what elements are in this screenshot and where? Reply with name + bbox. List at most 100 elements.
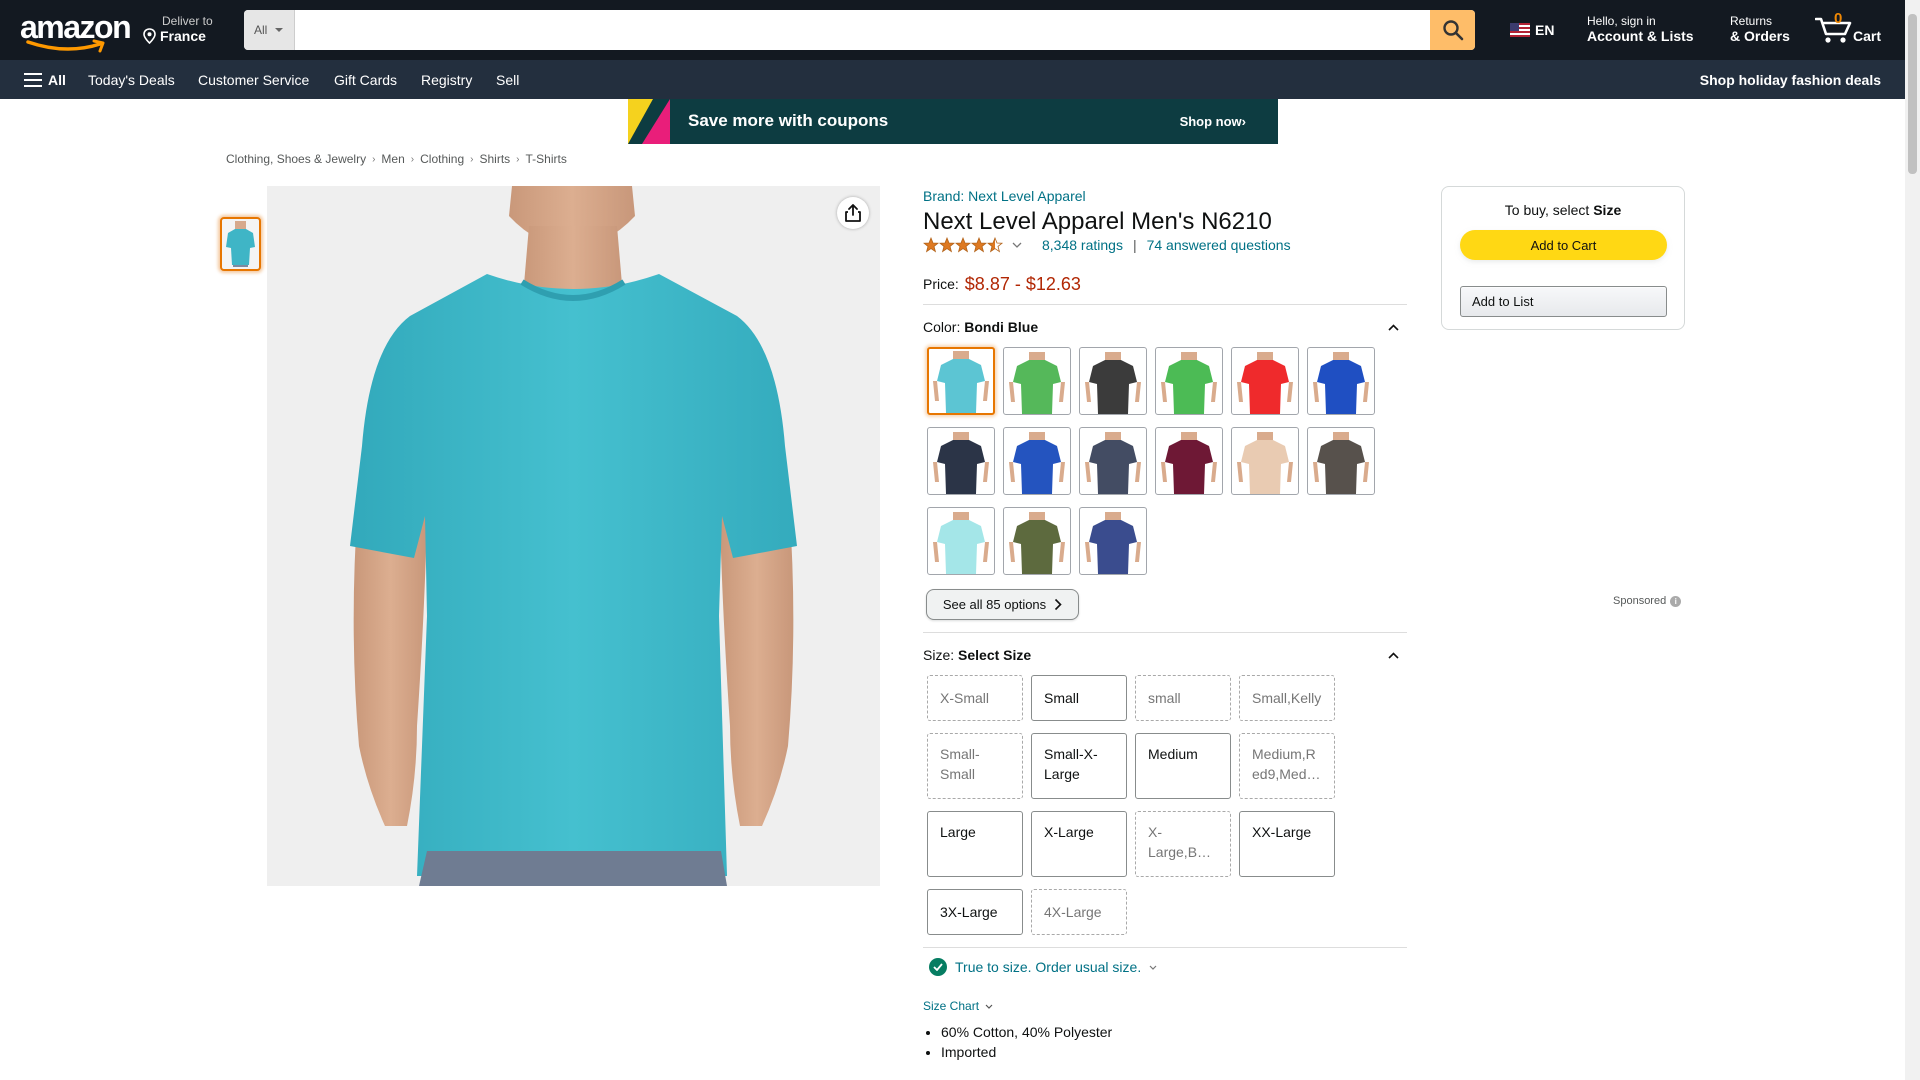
account-lists[interactable]: Hello, sign in Account & Lists [1587,14,1694,44]
size-option[interactable]: Large [927,811,1023,877]
top-nav: amazon Deliver to France All EN Hello, s… [0,0,1905,60]
nav-customer-service[interactable]: Customer Service [198,60,309,99]
returns-orders[interactable]: Returns & Orders [1730,14,1790,44]
scrollbar-thumb[interactable] [1908,14,1917,174]
color-swatch[interactable] [1003,427,1071,495]
breadcrumb-item[interactable]: Clothing, Shoes & Jewelry [226,152,366,166]
share-button[interactable] [837,197,869,229]
color-swatch[interactable] [1003,507,1071,575]
caret-down-icon [275,28,284,32]
search-bar: All [244,10,1475,50]
all-menu-label: All [48,71,66,88]
tshirt-swatch-image [1313,352,1369,414]
holiday-deals-link[interactable]: Shop holiday fashion deals [1700,60,1881,99]
banner-decoration [642,99,670,144]
size-option[interactable]: X-Large [1031,811,1127,877]
main-product-image[interactable] [267,186,880,886]
size-option[interactable]: Small-Small [927,733,1023,799]
buy-box-note: To buy, select Size [1442,202,1684,218]
amazon-logo[interactable]: amazon [20,11,132,53]
chevron-down-icon [1149,965,1157,970]
divider [923,632,1407,633]
tshirt-swatch-image [933,432,989,494]
nav-sell[interactable]: Sell [496,60,519,99]
color-label: Color: [923,319,961,335]
size-option[interactable]: Small,Kelly [1239,675,1335,721]
color-swatch[interactable] [1079,347,1147,415]
search-input[interactable] [295,10,1422,50]
color-swatch[interactable] [1307,347,1375,415]
tshirt-swatch-image [933,351,989,413]
brand-link[interactable]: Brand: Next Level Apparel [923,186,1407,206]
size-option[interactable]: 3X-Large [927,889,1023,935]
color-section-header[interactable]: Color: Bondi Blue [923,307,1407,347]
see-all-options-button[interactable]: See all 85 options [926,589,1079,620]
price-range: $8.87 - $12.63 [964,273,1081,294]
color-swatch[interactable] [1155,347,1223,415]
cart-count: 0 [1834,10,1843,27]
tshirt-swatch-image [1237,352,1293,414]
size-value: Select Size [958,647,1032,663]
tshirt-swatch-image [1009,432,1065,494]
separator: | [1132,237,1137,253]
banner-shop-now: Shop now› [1179,114,1246,129]
nav-registry[interactable]: Registry [421,60,472,99]
color-swatch[interactable] [1231,427,1299,495]
star-rating[interactable] [923,237,1022,253]
language-selector[interactable]: EN [1510,22,1554,38]
search-button[interactable] [1430,10,1475,50]
size-option[interactable]: small [1135,675,1231,721]
tshirt-swatch-image [1161,352,1217,414]
color-swatch[interactable] [927,347,995,415]
search-category-dropdown[interactable]: All [244,10,295,50]
size-section-header[interactable]: Size: Select Size [923,635,1407,675]
coupon-banner[interactable]: Save more with coupons Shop now› [628,99,1278,144]
language-label: EN [1535,22,1555,38]
add-to-cart-button[interactable]: Add to Cart [1460,230,1667,260]
location-pin-icon [143,28,156,44]
answered-questions-link[interactable]: 74 answered questions [1147,237,1291,253]
size-option[interactable]: Small-X-Large [1031,733,1127,799]
breadcrumb-item[interactable]: Shirts [479,152,510,166]
color-swatch[interactable] [1307,427,1375,495]
ratings-count-link[interactable]: 8,348 ratings [1042,237,1123,253]
fit-recommendation[interactable]: True to size. Order usual size. [929,948,1407,986]
breadcrumb-item[interactable]: Men [381,152,404,166]
nav-todays-deals[interactable]: Today's Deals [88,60,175,99]
color-swatch[interactable] [1231,347,1299,415]
feature-bullets: 60% Cotton, 40% Polyester Imported [923,1022,1407,1062]
color-swatch[interactable] [927,427,995,495]
size-option[interactable]: X-Large,B… [1135,811,1231,877]
deliver-to[interactable]: Deliver to France [142,14,213,44]
size-option[interactable]: Medium [1135,733,1231,799]
orders-label: & Orders [1730,28,1790,44]
tshirt-swatch-image [933,512,989,574]
tshirt-model-image [267,186,880,886]
size-option[interactable]: Medium,Red9,Med… [1239,733,1335,799]
cart-button[interactable]: 0 Cart [1815,10,1895,50]
product-thumbnail[interactable] [220,217,261,271]
price-row: Price: $8.87 - $12.63 [923,264,1407,304]
page-scrollbar[interactable] [1905,0,1920,1080]
size-option[interactable]: 4X-Large [1031,889,1127,935]
color-swatch[interactable] [1079,507,1147,575]
color-swatch[interactable] [1079,427,1147,495]
account-label: Account & Lists [1587,28,1694,44]
breadcrumb-item[interactable]: Clothing [420,152,464,166]
size-option[interactable]: Small [1031,675,1127,721]
all-menu-button[interactable]: All [24,60,66,99]
color-value: Bondi Blue [964,319,1039,335]
size-option[interactable]: XX-Large [1239,811,1335,877]
nav-gift-cards[interactable]: Gift Cards [334,60,397,99]
price-label: Price: [923,276,959,292]
color-swatch[interactable] [1155,427,1223,495]
chevron-down-icon [1012,242,1022,248]
size-option[interactable]: X-Small [927,675,1023,721]
color-swatch[interactable] [927,507,995,575]
breadcrumb-item[interactable]: T-Shirts [526,152,567,166]
add-to-list-button[interactable]: Add to List [1460,286,1667,317]
color-swatch[interactable] [1003,347,1071,415]
size-chart-link[interactable]: Size Chart [923,996,1407,1016]
sponsored-label[interactable]: Sponsored i [1613,595,1682,607]
checkmark-icon [929,958,947,976]
